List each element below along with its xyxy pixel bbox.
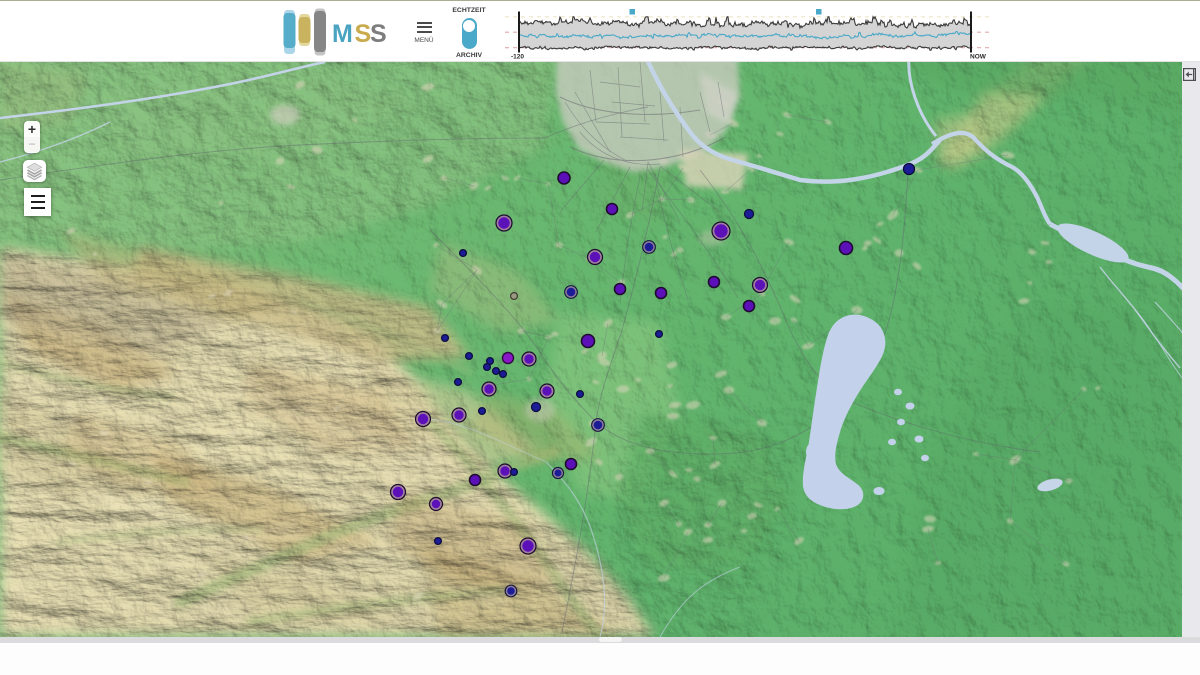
svg-text:-120: -120: [511, 54, 524, 61]
svg-text:NOW: NOW: [970, 54, 987, 61]
svg-text:S: S: [370, 20, 387, 48]
svg-text:S: S: [355, 20, 372, 48]
svg-text:M: M: [332, 20, 353, 48]
